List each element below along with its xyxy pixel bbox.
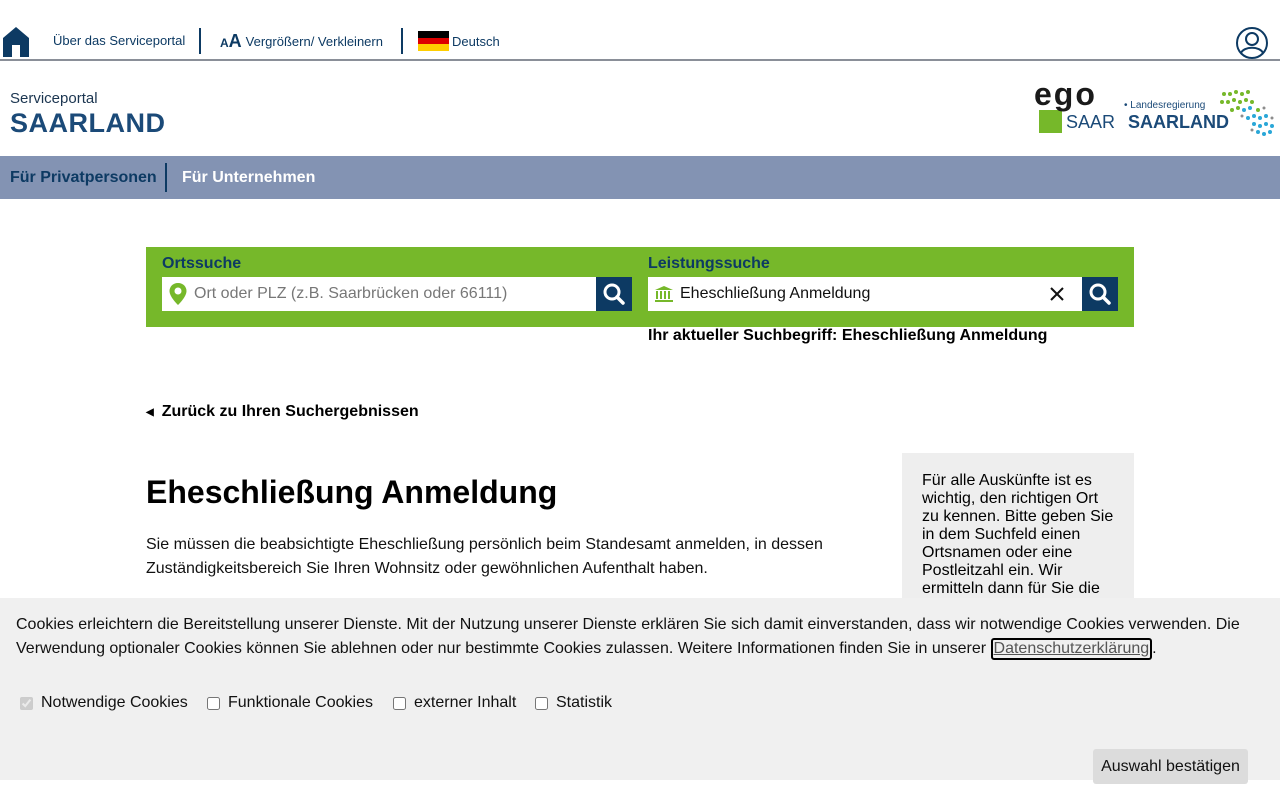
font-size-icon: AA bbox=[220, 30, 242, 51]
user-account-icon[interactable] bbox=[1234, 27, 1270, 59]
place-search-label: Ortssuche bbox=[162, 255, 242, 272]
serviceportal-logo[interactable]: Serviceportal SAARLAND bbox=[10, 90, 166, 139]
service-search-label: Leistungssuche bbox=[648, 255, 770, 272]
logo-big-text: SAARLAND bbox=[10, 108, 166, 138]
about-portal-link[interactable]: Über das Serviceportal bbox=[53, 27, 185, 53]
language-switch[interactable]: Deutsch bbox=[418, 28, 500, 54]
page-title: Eheschließung Anmeldung bbox=[146, 474, 558, 510]
service-search-field[interactable]: Eheschließung Anmeldung bbox=[648, 277, 1082, 311]
external-content-label: externer Inhalt bbox=[414, 694, 517, 711]
nav-private-persons[interactable]: Für Privatpersonen bbox=[10, 156, 157, 199]
saarland-map-icon bbox=[1220, 90, 1274, 136]
confirm-selection-button[interactable]: Auswahl bestätigen bbox=[1093, 749, 1248, 784]
current-search-term: Ihr aktueller Suchbegriff: Eheschließung… bbox=[648, 327, 1048, 344]
back-to-results-link[interactable]: ◀ Zurück zu Ihren Suchergebnissen bbox=[146, 403, 419, 421]
nav-companies[interactable]: Für Unternehmen bbox=[182, 156, 315, 199]
search-icon bbox=[603, 283, 625, 305]
functional-cookies-checkbox[interactable] bbox=[207, 696, 220, 710]
landesregierung-text: Landesregierung bbox=[1130, 100, 1206, 111]
cookie-text: Cookies erleichtern die Bereitstellung u… bbox=[16, 613, 1266, 661]
necessary-cookies-checkbox[interactable] bbox=[20, 696, 33, 710]
top-bar: Über das Serviceportal AA Vergrößern/ Ve… bbox=[0, 0, 1280, 61]
service-search-input[interactable]: Eheschließung Anmeldung bbox=[680, 285, 870, 303]
search-panel: Ortssuche Ort oder PLZ (z.B. Saarbrücken… bbox=[146, 247, 1134, 327]
zoom-label: Vergrößern/ Verkleinern bbox=[245, 33, 383, 49]
back-triangle-icon: ◀ bbox=[146, 406, 154, 418]
location-hint-text: Für alle Auskünfte ist es wichtig, den r… bbox=[922, 472, 1114, 597]
statistics-checkbox[interactable] bbox=[535, 696, 548, 710]
search-icon bbox=[1089, 283, 1111, 305]
place-search-field[interactable]: Ort oder PLZ (z.B. Saarbrücken oder 6611… bbox=[162, 277, 596, 311]
privacy-policy-link[interactable]: Datenschutzerklärung bbox=[990, 638, 1153, 660]
zoom-link[interactable]: AA Vergrößern/ Verkleinern bbox=[220, 28, 383, 54]
functional-cookies-label: Funktionale Cookies bbox=[228, 694, 373, 711]
government-building-icon bbox=[655, 286, 673, 302]
necessary-cookies-label: Notwendige Cookies bbox=[41, 694, 188, 711]
checkbox-external-content[interactable]: externer Inhalt bbox=[393, 694, 516, 712]
top-separator bbox=[199, 28, 201, 54]
ego-logo-bottom: SAAR bbox=[1066, 112, 1116, 132]
ego-logo-top: ego bbox=[1034, 76, 1097, 112]
german-flag-icon bbox=[418, 31, 449, 51]
place-search-input[interactable]: Ort oder PLZ (z.B. Saarbrücken oder 6611… bbox=[194, 285, 507, 303]
place-search-button[interactable] bbox=[596, 277, 632, 311]
location-pin-icon bbox=[169, 283, 187, 305]
top-separator bbox=[401, 28, 403, 54]
external-content-checkbox[interactable] bbox=[393, 696, 406, 710]
checkbox-necessary-cookies[interactable]: Notwendige Cookies bbox=[20, 694, 188, 712]
landesregierung-small: • Landesregierung bbox=[1124, 100, 1206, 111]
nav-separator bbox=[165, 163, 167, 192]
back-label: Zurück zu Ihren Suchergebnissen bbox=[161, 403, 419, 420]
location-hint-box: Für alle Auskünfte ist es wichtig, den r… bbox=[902, 453, 1134, 613]
service-description: Sie müssen die beabsichtigte Eheschließu… bbox=[146, 536, 823, 577]
home-icon[interactable] bbox=[2, 26, 30, 58]
statistics-label: Statistik bbox=[556, 694, 613, 711]
checkbox-functional-cookies[interactable]: Funktionale Cookies bbox=[207, 694, 373, 712]
cookie-text-end: . bbox=[1152, 640, 1157, 657]
partner-logos: ego SAAR • Landesregierung SAARLAND bbox=[1034, 76, 1278, 140]
service-search-button[interactable] bbox=[1082, 277, 1118, 311]
main-navigation: Für Privatpersonen Für Unternehmen bbox=[0, 156, 1280, 199]
cookie-banner: Cookies erleichtern die Bereitstellung u… bbox=[0, 598, 1280, 784]
checkbox-statistics[interactable]: Statistik bbox=[535, 694, 612, 712]
clear-icon[interactable] bbox=[1049, 286, 1065, 302]
language-label: Deutsch bbox=[452, 33, 500, 49]
logo-small-text: Serviceportal bbox=[10, 90, 98, 107]
